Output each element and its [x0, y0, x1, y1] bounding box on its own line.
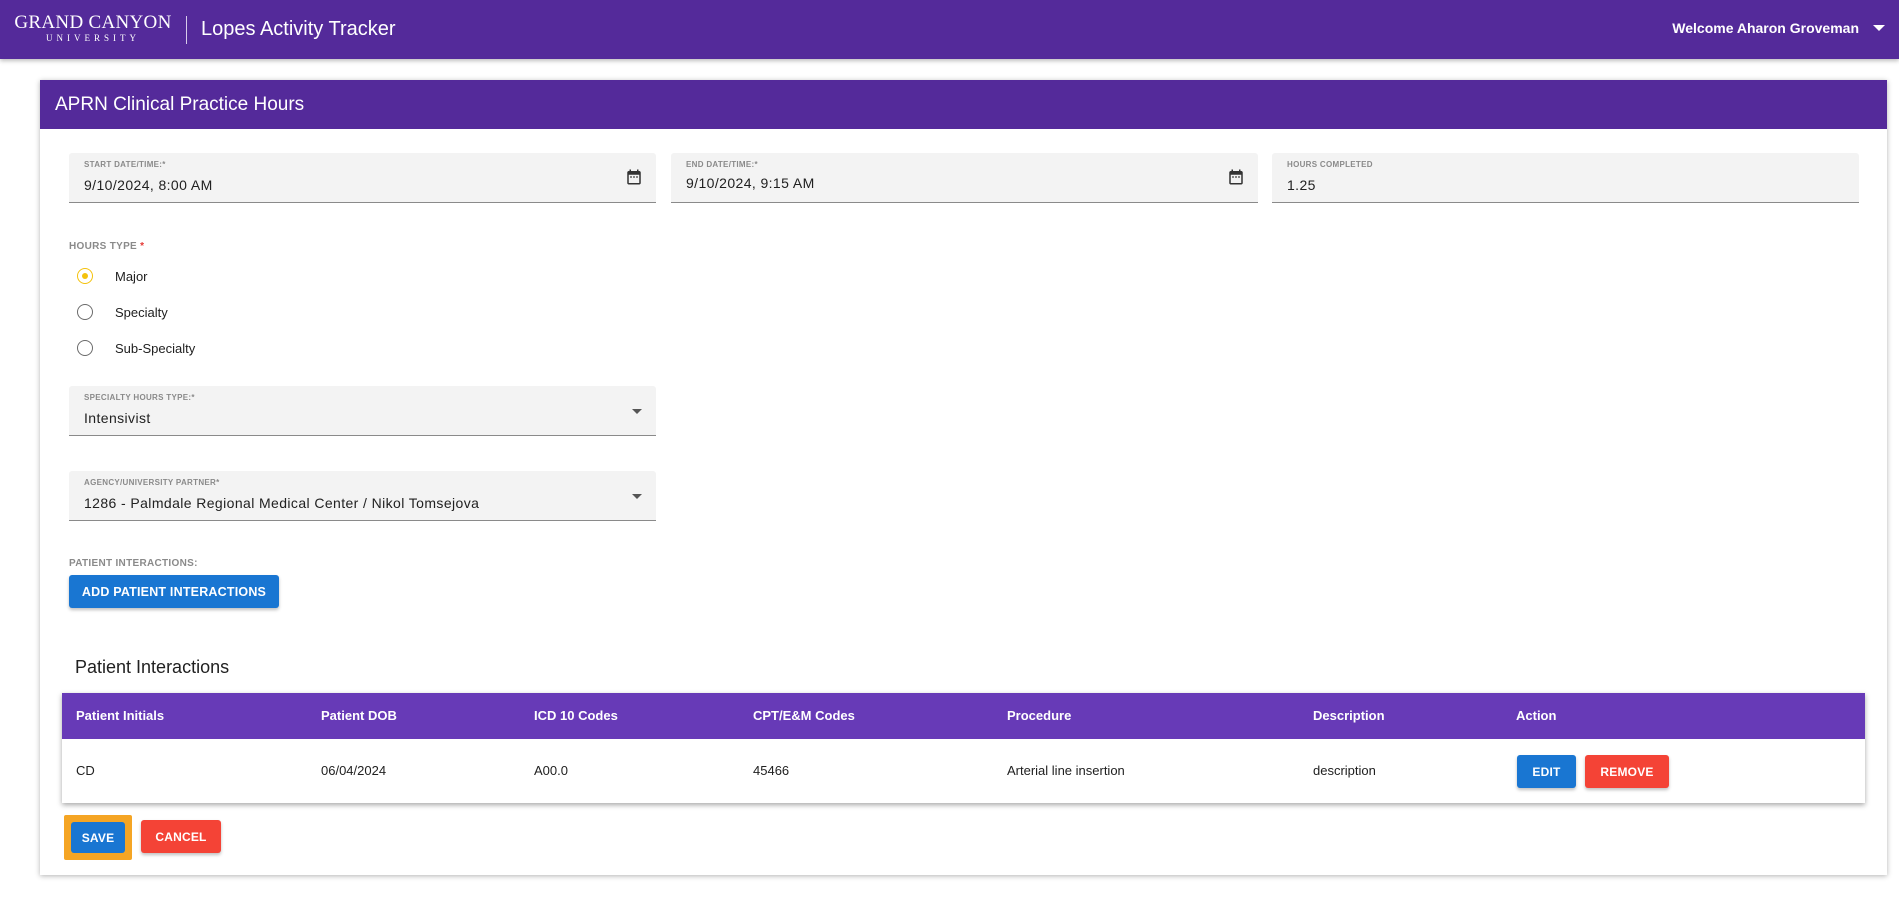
hours-type-label-text: HOURS TYPE — [69, 241, 138, 252]
logo-main-text: GRAND CANYON — [14, 12, 172, 33]
cell-initials: CD — [76, 763, 95, 778]
logo-sub-text: UNIVERSITY — [46, 33, 140, 43]
save-button[interactable]: SAVE — [71, 822, 125, 853]
remove-button[interactable]: REMOVE — [1585, 755, 1669, 788]
chevron-down-icon[interactable] — [632, 494, 642, 499]
user-menu[interactable]: Welcome Aharon Groveman — [1672, 20, 1885, 36]
hours-completed-value: 1.25 — [1287, 177, 1316, 193]
cell-description: description — [1313, 763, 1376, 778]
edit-button[interactable]: EDIT — [1517, 755, 1576, 788]
start-datetime-value: 9/10/2024, 8:00 AM — [84, 177, 213, 193]
agency-partner-label: AGENCY/UNIVERSITY PARTNER* — [84, 478, 220, 487]
chevron-down-icon[interactable] — [632, 409, 642, 414]
column-header-dob: Patient DOB — [321, 708, 397, 723]
agency-partner-label-text: AGENCY/UNIVERSITY PARTNER — [84, 478, 217, 487]
radio-button-selected[interactable] — [77, 268, 93, 284]
end-datetime-value: 9/10/2024, 9:15 AM — [686, 175, 815, 191]
hours-completed-field[interactable]: HOURS COMPLETED 1.25 — [1272, 153, 1859, 203]
required-marker: * — [216, 478, 220, 487]
patient-interactions-heading: Patient Interactions — [75, 657, 230, 677]
add-patient-interactions-button[interactable]: ADD PATIENT INTERACTIONS — [69, 575, 279, 608]
cell-cpt: 45466 — [753, 763, 790, 778]
start-datetime-field[interactable]: START DATE/TIME:* 9/10/2024, 8:00 AM — [69, 153, 656, 203]
required-marker: * — [140, 241, 145, 252]
patient-interactions-table: Patient Initials Patient DOB ICD 10 Code… — [62, 693, 1865, 803]
radio-specialty[interactable]: Specialty — [77, 304, 168, 320]
column-header-cpt: CPT/E&M Codes — [753, 708, 855, 723]
card-title: APRN Clinical Practice Hours — [55, 94, 305, 115]
calendar-icon[interactable] — [1227, 168, 1245, 186]
table-row: CD 06/04/2024 A00.0 45466 Arterial line … — [62, 739, 1865, 803]
user-welcome-text: Welcome Aharon Groveman — [1672, 20, 1859, 36]
required-marker: * — [754, 160, 758, 169]
specialty-hours-type-value: Intensivist — [84, 410, 151, 426]
radio-specialty-label: Specialty — [115, 304, 168, 320]
cell-dob: 06/04/2024 — [321, 763, 387, 778]
calendar-icon[interactable] — [625, 168, 643, 186]
end-datetime-field[interactable]: END DATE/TIME:* 9/10/2024, 9:15 AM — [671, 153, 1258, 203]
column-header-procedure: Procedure — [1007, 708, 1072, 723]
patient-interactions-label: PATIENT INTERACTIONS: — [69, 558, 198, 569]
radio-major-label: Major — [115, 268, 148, 284]
agency-partner-select[interactable]: AGENCY/UNIVERSITY PARTNER* 1286 - Palmda… — [69, 471, 656, 521]
gcu-logo[interactable]: GRAND CANYON UNIVERSITY — [13, 12, 173, 44]
end-datetime-label: END DATE/TIME:* — [686, 160, 758, 169]
specialty-hours-type-label: SPECIALTY HOURS TYPE:* — [84, 393, 195, 402]
column-header-description: Description — [1313, 708, 1385, 723]
cancel-button[interactable]: CANCEL — [141, 820, 221, 853]
column-header-icd: ICD 10 Codes — [534, 708, 618, 723]
cell-icd: A00.0 — [534, 763, 568, 778]
hours-type-label: HOURS TYPE * — [69, 241, 144, 252]
start-datetime-label: START DATE/TIME:* — [84, 160, 166, 169]
table-header: Patient Initials Patient DOB ICD 10 Code… — [62, 693, 1865, 739]
specialty-hours-type-select[interactable]: SPECIALTY HOURS TYPE:* Intensivist — [69, 386, 656, 436]
header-divider — [186, 16, 187, 44]
app-title: Lopes Activity Tracker — [201, 18, 396, 40]
required-marker: * — [191, 393, 195, 402]
radio-button[interactable] — [77, 304, 93, 320]
radio-button[interactable] — [77, 340, 93, 356]
radio-sub-specialty-label: Sub-Specialty — [115, 340, 196, 356]
hours-completed-label: HOURS COMPLETED — [1287, 160, 1373, 169]
required-marker: * — [162, 160, 166, 169]
specialty-hours-type-label-text: SPECIALTY HOURS TYPE: — [84, 393, 192, 402]
start-datetime-label-text: START DATE/TIME: — [84, 160, 163, 169]
column-header-action: Action — [1516, 708, 1557, 723]
column-header-initials: Patient Initials — [76, 708, 165, 723]
end-datetime-label-text: END DATE/TIME: — [686, 160, 755, 169]
card-header: APRN Clinical Practice Hours — [40, 80, 1887, 129]
cell-procedure: Arterial line insertion — [1007, 763, 1125, 778]
radio-sub-specialty[interactable]: Sub-Specialty — [77, 340, 195, 356]
radio-major[interactable]: Major — [77, 268, 148, 284]
agency-partner-value: 1286 - Palmdale Regional Medical Center … — [84, 495, 480, 511]
top-app-bar: GRAND CANYON UNIVERSITY Lopes Activity T… — [0, 0, 1899, 59]
caret-down-icon[interactable] — [1873, 25, 1885, 31]
